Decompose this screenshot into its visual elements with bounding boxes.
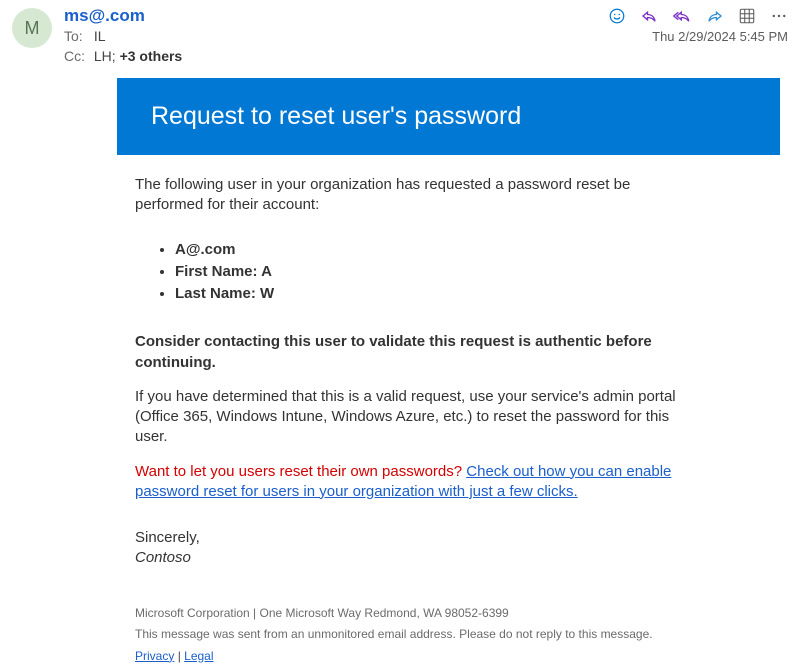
message-body: Request to reset user's password The fol… [0,78,800,667]
react-smiley-icon[interactable] [608,7,626,25]
cc-line: Cc: LH; +3 others [64,48,788,64]
cc-label: Cc: [64,48,90,64]
more-actions-icon[interactable] [770,7,788,25]
determined-text: If you have determined that this is a va… [135,387,677,448]
cc-others[interactable]: +3 others [120,48,183,64]
avatar: M [12,8,52,48]
reply-icon[interactable] [640,7,658,25]
from-address[interactable]: ms@.com [64,6,145,26]
org-name: Contoso [135,548,677,568]
want-lead: Want to let you users reset their own pa… [135,463,466,480]
user-details-list: A@.com First Name: A Last Name: W [135,240,677,305]
message-actions [608,7,788,25]
list-item: First Name: A [175,262,677,282]
message-header: M ms@.com [0,0,800,68]
closing: Sincerely, [135,528,677,548]
timestamp: Thu 2/29/2024 5:45 PM [652,29,788,44]
intro-text: The following user in your organization … [135,175,677,216]
legal-link[interactable]: Legal [184,649,213,663]
consider-text: Consider contacting this user to validat… [135,332,677,373]
reply-all-icon[interactable] [672,7,692,25]
footer: Microsoft Corporation | One Microsoft Wa… [135,603,677,667]
signature: Sincerely, Contoso [135,528,677,569]
to-line: To: IL [64,28,106,44]
privacy-link[interactable]: Privacy [135,649,174,663]
footer-note: This message was sent from an unmonitore… [135,624,677,646]
to-label: To: [64,28,90,44]
footer-address: Microsoft Corporation | One Microsoft Wa… [135,603,677,625]
list-item: A@.com [175,240,677,260]
self-service-text: Want to let you users reset their own pa… [135,462,677,503]
banner-title: Request to reset user's password [117,78,780,155]
cc-value[interactable]: LH; [94,48,116,64]
to-value[interactable]: IL [94,28,106,44]
apps-icon[interactable] [738,7,756,25]
list-item: Last Name: W [175,284,677,304]
forward-icon[interactable] [706,7,724,25]
